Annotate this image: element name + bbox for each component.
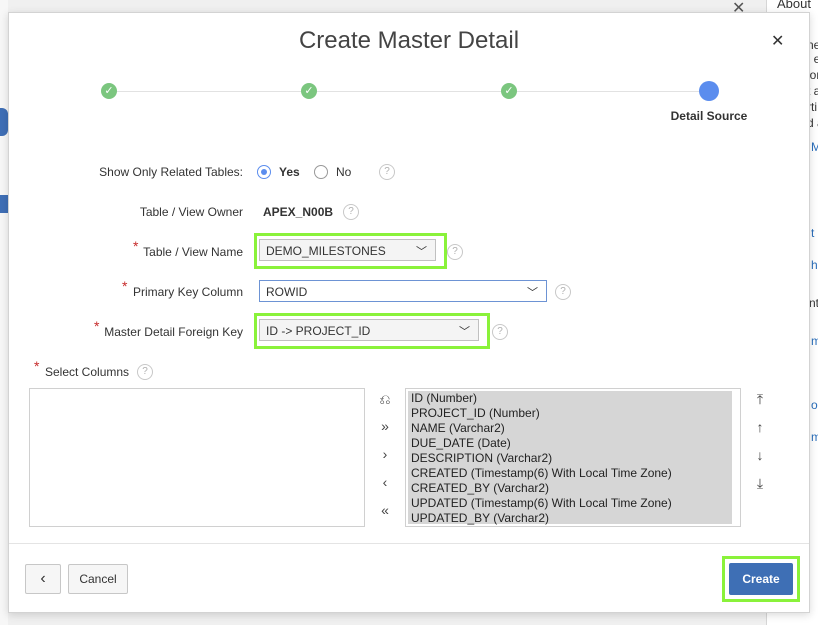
- help-icon[interactable]: ?: [447, 244, 463, 260]
- list-item[interactable]: CREATED (Timestamp(6) With Local Time Zo…: [411, 466, 732, 481]
- background-link: o: [811, 398, 818, 412]
- dialog-title: Create Master Detail: [298, 27, 520, 54]
- chevron-down-icon: ﹀: [527, 287, 538, 299]
- list-item[interactable]: NAME (Varchar2): [411, 421, 732, 436]
- select-columns-label: Select Columns: [45, 365, 130, 379]
- foreign-key-label: Master Detail Foreign Key: [104, 325, 243, 339]
- list-item[interactable]: DUE_DATE (Date): [411, 436, 732, 451]
- footer-divider: [9, 543, 809, 544]
- related-tables-no-radio[interactable]: [314, 165, 328, 179]
- background-link: m: [811, 430, 818, 444]
- primary-key-value: ROWID: [266, 285, 308, 299]
- owner-label: Table / View Owner: [139, 205, 243, 219]
- wizard-current-step-label: Detail Source: [670, 109, 748, 123]
- list-item[interactable]: UPDATED_BY (Varchar2): [411, 511, 732, 526]
- move-all-right-icon[interactable]: »: [375, 418, 395, 434]
- help-icon[interactable]: ?: [137, 364, 153, 380]
- foreign-key-value: ID -> PROJECT_ID: [266, 324, 371, 338]
- wizard-step-complete-icon: ✓: [301, 83, 317, 99]
- selected-columns-list[interactable]: ID (Number) PROJECT_ID (Number) NAME (Va…: [408, 391, 732, 526]
- primary-key-label: Primary Key Column: [132, 285, 243, 299]
- owner-value: APEX_N00B: [263, 205, 334, 219]
- list-item[interactable]: UPDATED (Timestamp(6) With Local Time Zo…: [411, 496, 732, 511]
- move-all-left-icon[interactable]: «: [375, 502, 395, 518]
- background-left-panel: [0, 0, 8, 625]
- background-nav-accent: [0, 108, 8, 136]
- background-link: t: [811, 226, 815, 240]
- help-icon[interactable]: ?: [379, 164, 395, 180]
- chevron-down-icon: ﹀: [459, 326, 470, 338]
- table-name-select[interactable]: DEMO_MILESTONES ﹀: [259, 239, 436, 261]
- move-left-icon[interactable]: ‹: [375, 474, 395, 490]
- related-tables-yes-radio[interactable]: [257, 165, 271, 179]
- create-button[interactable]: Create: [729, 563, 793, 595]
- move-up-icon[interactable]: ↑: [750, 419, 770, 435]
- available-columns-list[interactable]: [29, 388, 365, 527]
- list-item[interactable]: DESCRIPTION (Varchar2): [411, 451, 732, 466]
- chevron-down-icon: ﹀: [416, 246, 427, 258]
- table-name-value: DEMO_MILESTONES: [266, 244, 386, 258]
- wizard-step-complete-icon: ✓: [101, 83, 117, 99]
- selected-columns-box: ID (Number) PROJECT_ID (Number) NAME (Va…: [405, 388, 741, 527]
- wizard-step-current: [699, 81, 719, 101]
- required-indicator: *: [34, 358, 40, 374]
- list-item[interactable]: PROJECT_ID (Number): [411, 406, 732, 421]
- background-nav-accent: [0, 195, 8, 213]
- table-name-label: Table / View Name: [143, 245, 243, 259]
- reset-icon[interactable]: ⎌: [375, 391, 395, 408]
- help-icon[interactable]: ?: [555, 284, 571, 300]
- background-link: m: [811, 334, 818, 348]
- back-button[interactable]: ‹: [25, 564, 61, 594]
- background-link: M: [811, 140, 818, 154]
- list-item[interactable]: ID (Number): [411, 391, 732, 406]
- help-icon[interactable]: ?: [343, 204, 359, 220]
- move-right-icon[interactable]: ›: [375, 446, 395, 462]
- cancel-button[interactable]: Cancel: [68, 564, 128, 594]
- create-master-detail-dialog: Create Master Detail ✕ ✓ ✓ ✓ Detail Sour…: [8, 12, 810, 613]
- background-text: nt: [809, 296, 818, 310]
- help-icon[interactable]: ?: [492, 324, 508, 340]
- chevron-left-icon: ‹: [40, 570, 46, 587]
- wizard-step-complete-icon: ✓: [501, 83, 517, 99]
- related-tables-label: Show Only Related Tables:: [99, 165, 243, 179]
- related-tables-no-label[interactable]: No: [336, 165, 351, 179]
- move-bottom-icon[interactable]: ⤓: [750, 475, 770, 492]
- close-icon[interactable]: ✕: [771, 31, 784, 51]
- background-link: h: [811, 258, 818, 272]
- foreign-key-select[interactable]: ID -> PROJECT_ID ﹀: [259, 319, 479, 341]
- primary-key-select[interactable]: ROWID ﹀: [259, 280, 547, 302]
- related-tables-yes-label[interactable]: Yes: [279, 165, 300, 179]
- background-about-label: About: [777, 0, 811, 11]
- move-top-icon[interactable]: ⤒: [750, 391, 770, 408]
- move-down-icon[interactable]: ↓: [750, 447, 770, 463]
- list-item[interactable]: CREATED_BY (Varchar2): [411, 481, 732, 496]
- wizard-progress-track: [109, 91, 709, 92]
